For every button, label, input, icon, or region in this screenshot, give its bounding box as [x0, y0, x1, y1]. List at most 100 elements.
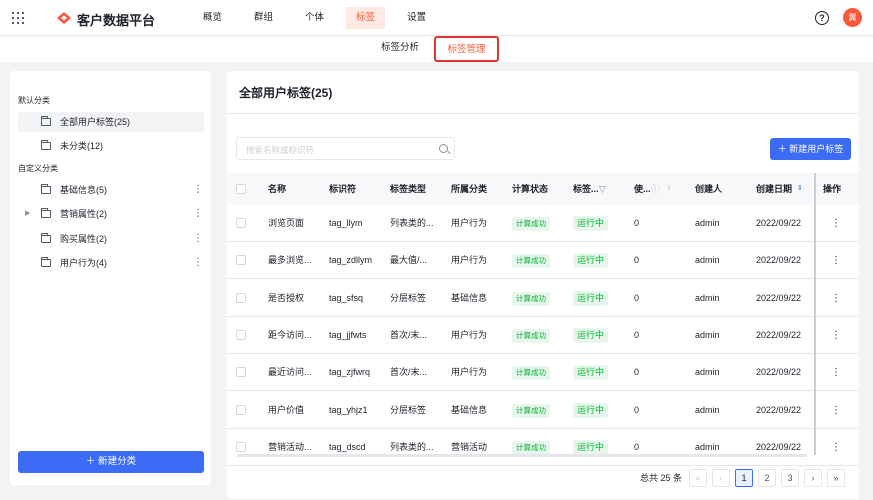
cell-tag-type: 分层标签: [390, 404, 427, 415]
search-icon[interactable]: [439, 144, 448, 153]
row-more-icon[interactable]: ⋮: [831, 429, 841, 466]
more-icon[interactable]: ⋮: [193, 204, 203, 224]
column-created-date[interactable]: 创建日期: [756, 173, 792, 205]
help-icon[interactable]: ?: [815, 11, 829, 25]
row-more-icon[interactable]: ⋮: [831, 280, 841, 317]
row-more-icon[interactable]: ⋮: [831, 205, 841, 242]
plus-icon: ＋: [777, 144, 790, 154]
cell-creator: admin: [695, 404, 720, 415]
row-more-icon[interactable]: ⋮: [831, 317, 841, 354]
row-checkbox[interactable]: [236, 329, 246, 340]
nav-overview[interactable]: 概览: [193, 7, 232, 29]
sidebar-item-all-tags[interactable]: 全部用户标签(25): [18, 112, 204, 132]
tag-list-panel: 全部用户标签(25) 搜索名称或标识符 ＋ 新建用户标签 名称 标识符 标签类型…: [227, 71, 859, 499]
calc-status-badge: 计算成功: [512, 254, 550, 269]
row-more-icon[interactable]: ⋮: [831, 392, 841, 429]
category-sidebar: 默认分类 全部用户标签(25) 未分类(12) 自定义分类 基础信息(5) ⋮ …: [10, 71, 211, 485]
page-2-button[interactable]: 2: [758, 469, 776, 487]
prev-page-button[interactable]: ‹: [712, 469, 730, 487]
row-checkbox[interactable]: [236, 404, 246, 415]
tag-status-badge: 运行中: [573, 216, 609, 231]
fixed-column-shadow: [814, 173, 816, 455]
column-tag-type[interactable]: 标签类型: [390, 173, 426, 205]
column-usage[interactable]: 使...: [634, 173, 651, 205]
app-grid-icon[interactable]: [12, 12, 24, 24]
tab-tag-analysis[interactable]: 标签分析: [381, 36, 419, 62]
cell-name: 最多浏览...: [268, 255, 312, 266]
table-row[interactable]: 营销活动... tag_dscd 列表类的... 营销活动 0 admin 2022/09/…: [227, 429, 859, 466]
table-row[interactable]: 浏览页面 tag_llym 列表类的... 用户行为 0 admin 2022/09/22 计…: [227, 205, 859, 242]
first-page-button[interactable]: «: [689, 469, 707, 487]
cell-name: 用户价值: [268, 404, 305, 415]
info-icon: ⓘ: [651, 184, 661, 194]
cell-category: 营销活动: [451, 441, 488, 452]
sidebar-item-behavior[interactable]: 用户行为(4) ⋮: [18, 253, 204, 273]
expand-caret-icon[interactable]: ▶: [25, 204, 30, 224]
cell-name: 最近访问...: [268, 367, 312, 378]
column-category[interactable]: 所属分类: [451, 173, 487, 205]
column-identifier[interactable]: 标识符: [329, 173, 356, 205]
column-tag-status[interactable]: 标签...: [573, 173, 599, 205]
more-icon[interactable]: ⋮: [193, 229, 203, 249]
row-more-icon[interactable]: ⋮: [831, 242, 841, 279]
folder-icon: [41, 257, 51, 267]
cell-name: 营销活动...: [268, 441, 312, 452]
last-page-button[interactable]: »: [827, 469, 845, 487]
cell-usage: 0: [634, 218, 640, 228]
new-category-button[interactable]: ＋ 新建分类: [18, 451, 204, 473]
tag-status-badge: 运行中: [573, 327, 609, 343]
row-checkbox[interactable]: [236, 441, 246, 452]
new-tag-button[interactable]: ＋ 新建用户标签: [770, 138, 851, 160]
horizontal-scrollbar[interactable]: [237, 454, 807, 457]
pagination-total: 总共 25 条: [640, 473, 683, 483]
default-group-title: 默认分类: [18, 96, 50, 105]
nav-groups[interactable]: 群组: [244, 7, 283, 29]
row-checkbox[interactable]: [236, 367, 246, 378]
select-all-checkbox[interactable]: [236, 184, 246, 194]
nav-settings[interactable]: 设置: [397, 7, 436, 29]
more-icon[interactable]: ⋮: [193, 180, 203, 200]
cell-tag-type: 最大值/...: [390, 255, 428, 266]
calc-status-badge: 计算成功: [512, 366, 550, 381]
column-calc-status[interactable]: 计算状态: [512, 173, 548, 205]
cell-identifier: tag_zjfwrq: [329, 367, 371, 378]
row-checkbox[interactable]: [236, 292, 246, 303]
page-title: 全部用户标签(25): [239, 86, 333, 100]
cell-identifier: tag_zdllym: [329, 255, 373, 266]
nav-tags[interactable]: 标签: [346, 7, 386, 29]
page-3-button[interactable]: 3: [781, 469, 799, 487]
row-more-icon[interactable]: ⋮: [831, 354, 841, 391]
row-checkbox[interactable]: [236, 218, 246, 228]
cell-created-date: 2022/09/22: [756, 218, 802, 228]
sort-desc-icon[interactable]: ⇕: [797, 173, 803, 205]
more-icon[interactable]: ⋮: [193, 253, 203, 273]
tab-tag-management[interactable]: 标签管理: [434, 36, 499, 62]
cell-identifier: tag_yhjz1: [329, 404, 368, 415]
table-row[interactable]: 用户价值 tag_yhjz1 分层标签 基础信息 0 admin 2022/09/22 计算成…: [227, 392, 859, 429]
nav-individual[interactable]: 个体: [295, 7, 334, 29]
table-row[interactable]: 最近访问... tag_zjfwrq 首次/末... 用户行为 0 admin 2022/0…: [227, 354, 859, 392]
folder-icon: [41, 140, 51, 150]
column-creator[interactable]: 创建人: [695, 173, 722, 205]
cell-created-date: 2022/09/22: [756, 367, 802, 378]
tag-status-badge: 运行中: [573, 402, 609, 418]
cell-usage: 0: [634, 404, 640, 415]
cell-name: 是否授权: [268, 292, 305, 303]
page-1-button[interactable]: 1: [735, 469, 753, 487]
calc-status-badge: 计算成功: [512, 440, 550, 455]
next-page-button[interactable]: ›: [804, 469, 822, 487]
table-row[interactable]: 是否授权 tag_sfsq 分层标签 基础信息 0 admin 2022/09/22 计算成功…: [227, 280, 859, 317]
table-row[interactable]: 最多浏览... tag_zdllym 最大值/... 用户行为 0 admin 2022/0…: [227, 242, 859, 280]
sidebar-item-label: 用户行为(4): [60, 258, 107, 268]
search-input[interactable]: 搜索名称或标识符: [236, 137, 455, 160]
table-row[interactable]: 距今访问... tag_jjfwts 首次/末... 用户行为 0 admin 2022/0…: [227, 317, 859, 354]
filter-icon[interactable]: ▽: [599, 173, 606, 205]
sort-icon[interactable]: ⇕: [666, 173, 672, 205]
row-checkbox[interactable]: [236, 255, 246, 266]
sidebar-item-purchase[interactable]: 购买属性(2) ⋮: [18, 229, 204, 249]
column-name[interactable]: 名称: [268, 173, 286, 205]
avatar[interactable]: 翼: [843, 8, 862, 27]
sidebar-item-uncategorized[interactable]: 未分类(12): [18, 136, 204, 156]
sidebar-item-basic-info[interactable]: 基础信息(5) ⋮: [18, 180, 204, 200]
sidebar-item-marketing[interactable]: ▶ 营销属性(2) ⋮: [18, 204, 204, 224]
